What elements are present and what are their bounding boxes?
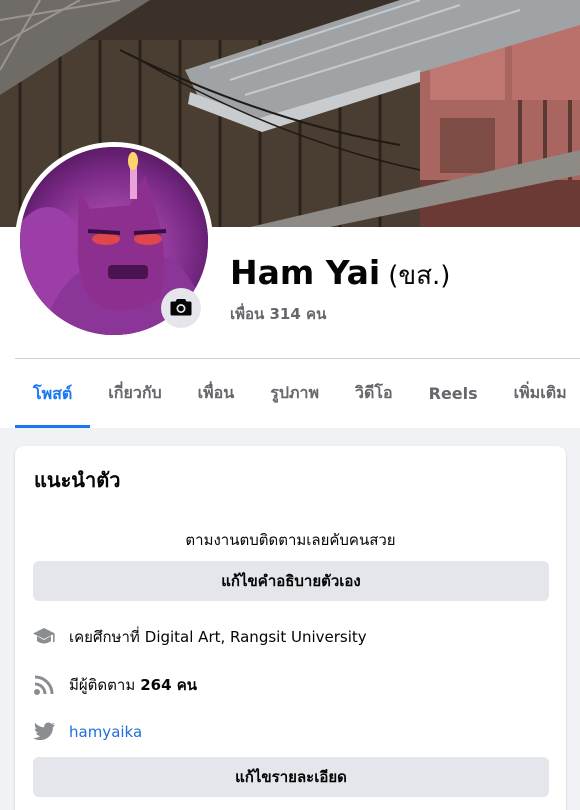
- education-prefix: เคยศึกษาที่: [69, 628, 140, 646]
- camera-icon: [170, 297, 192, 320]
- profile-tabs: โพสต์ เกี่ยวกับ เพื่อน รูปภาพ วิดีโอ Ree…: [15, 360, 580, 428]
- tab-reels[interactable]: Reels: [411, 360, 496, 426]
- profile-nickname: (ขส.): [388, 261, 451, 291]
- edit-bio-button[interactable]: แก้ไขคำอธิบายตัวเอง: [33, 561, 549, 601]
- intro-title: แนะนำตัว: [34, 468, 121, 492]
- tab-more[interactable]: เพิ่มเติม: [496, 360, 580, 426]
- profile-name-row: Ham Yai (ขส.): [230, 253, 450, 296]
- header-divider: [15, 358, 580, 359]
- profile-name: Ham Yai: [230, 253, 381, 292]
- intro-card: แนะนำตัว ตามงานตบติดตามเลยคับคนสวย แก้ไข…: [15, 446, 566, 810]
- twitter-handle-link[interactable]: hamyaika: [69, 723, 142, 741]
- bio-text: ตามงานตบติดตามเลยคับคนสวย: [185, 531, 396, 549]
- twitter-bird-icon: [32, 720, 56, 744]
- graduation-cap-icon: [32, 625, 56, 649]
- tab-friends[interactable]: เพื่อน: [180, 360, 253, 426]
- followers-count[interactable]: 264 คน: [140, 673, 197, 697]
- education-row: เคยศึกษาที่ Digital Art, Rangsit Univers…: [32, 625, 367, 649]
- edit-details-button[interactable]: แก้ไขรายละเอียด: [33, 757, 549, 797]
- friends-count[interactable]: เพื่อน 314 คน: [230, 302, 326, 326]
- profile-page: Ham Yai (ขส.) เพื่อน 314 คน โพสต์ เกี่ยว…: [0, 0, 580, 810]
- twitter-row: hamyaika: [32, 720, 142, 744]
- education-school[interactable]: Digital Art, Rangsit University: [145, 628, 367, 646]
- tab-videos[interactable]: วิดีโอ: [337, 360, 411, 426]
- followers-row: มีผู้ติดตาม 264 คน: [32, 673, 197, 697]
- rss-icon: [32, 673, 56, 697]
- tab-posts[interactable]: โพสต์: [15, 360, 91, 428]
- tab-about[interactable]: เกี่ยวกับ: [90, 360, 179, 426]
- tab-photos[interactable]: รูปภาพ: [252, 360, 337, 426]
- update-profile-picture-button[interactable]: [161, 288, 201, 328]
- followers-prefix: มีผู้ติดตาม: [69, 676, 136, 694]
- profile-header: Ham Yai (ขส.) เพื่อน 314 คน โพสต์ เกี่ยว…: [0, 0, 580, 428]
